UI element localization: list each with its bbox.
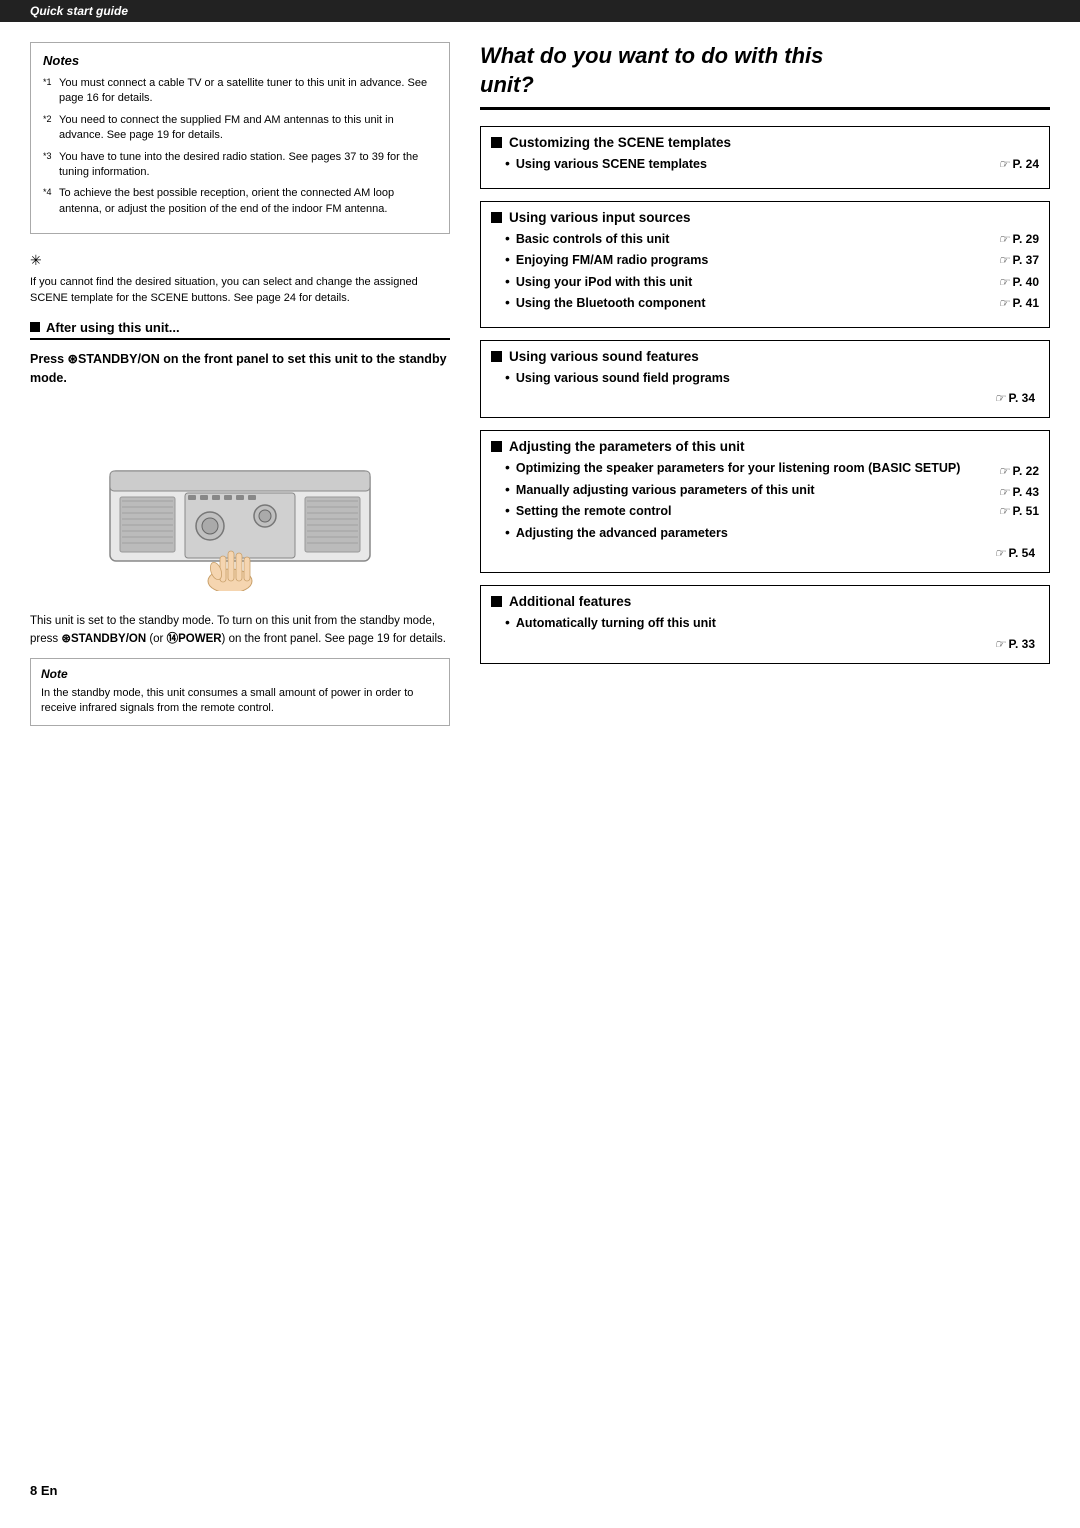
bullet-auto-off-text: Automatically turning off this unit: [516, 615, 1039, 633]
bullet-sound-field: • Using various sound field programs: [491, 370, 1039, 388]
section-scene-bullet: [491, 137, 502, 148]
section-input-header: Using various input sources: [491, 210, 1039, 225]
footer-page-number: 8 En: [30, 1483, 57, 1498]
note-sup-3: *3: [43, 150, 52, 163]
autooff-page-ref: ☞ P. 33: [994, 637, 1035, 651]
after-section: After using this unit... Press ⊛STANDBY/…: [30, 320, 450, 388]
bullet-ipod-text: Using your iPod with this unit: [516, 274, 993, 292]
bullet-remote-text: Setting the remote control: [516, 503, 993, 521]
section-sound-bullet: [491, 351, 502, 362]
basic-page-ref: ☞ P. 29: [998, 232, 1039, 246]
section-params: Adjusting the parameters of this unit • …: [480, 430, 1050, 573]
standby-instruction: Press ⊛STANDBY/ON on the front panel to …: [30, 350, 450, 388]
bullet-dot-4: •: [505, 274, 510, 288]
section-params-bullet: [491, 441, 502, 452]
sound-page-ref-block: ☞ P. 34: [491, 391, 1039, 405]
after-title: After using this unit...: [30, 320, 450, 340]
ipod-page-ref: ☞ P. 40: [998, 275, 1039, 289]
bluetooth-page-ref: ☞ P. 41: [998, 296, 1039, 310]
scene-page-ref: ☞ P. 24: [998, 157, 1039, 171]
bullet-advanced-text: Adjusting the advanced parameters: [516, 525, 1039, 543]
section-input: Using various input sources • Basic cont…: [480, 201, 1050, 328]
note-small-title: Note: [41, 667, 439, 681]
page-heading: What do you want to do with this unit?: [480, 42, 1050, 110]
bullet-basic-text: Basic controls of this unit: [516, 231, 993, 249]
note-small-text: In the standby mode, this unit consumes …: [41, 686, 439, 717]
note-item-3: *3 You have to tune into the desired rad…: [43, 150, 437, 181]
section-input-title: Using various input sources: [509, 210, 691, 225]
fmam-page-ref: ☞ P. 37: [998, 253, 1039, 267]
tip-text: If you cannot find the desired situation…: [30, 275, 450, 306]
notes-title: Notes: [43, 53, 437, 68]
note-sup-4: *4: [43, 186, 52, 199]
bullet-bluetooth-text: Using the Bluetooth component: [516, 295, 993, 313]
note-sup-1: *1: [43, 76, 52, 89]
bullet-dot-10: •: [505, 525, 510, 539]
bullet-dot-6: •: [505, 370, 510, 384]
header-bar: Quick start guide: [0, 0, 1080, 22]
autooff-page-ref-block: ☞ P. 33: [491, 637, 1039, 651]
bullet-sound-text: Using various sound field programs: [516, 370, 1039, 388]
bullet-optimize-text: Optimizing the speaker parameters for yo…: [516, 460, 993, 478]
bullet-dot-7: •: [505, 460, 510, 474]
header-label: Quick start guide: [30, 4, 128, 18]
manually-page-ref: ☞ P. 43: [998, 485, 1039, 499]
section-scene: Customizing the SCENE templates • Using …: [480, 126, 1050, 189]
bullet-dot-1: •: [505, 156, 510, 170]
section-sound: Using various sound features • Using var…: [480, 340, 1050, 419]
advanced-page-ref: ☞ P. 54: [994, 546, 1035, 560]
optimize-page-ref: ☞ P. 22: [998, 464, 1039, 478]
section-params-header: Adjusting the parameters of this unit: [491, 439, 1039, 454]
notes-box: Notes *1 You must connect a cable TV or …: [30, 42, 450, 234]
tip-symbol: ✳: [30, 252, 450, 269]
section-params-title: Adjusting the parameters of this unit: [509, 439, 745, 454]
bullet-dot-9: •: [505, 503, 510, 517]
section-sound-title: Using various sound features: [509, 349, 699, 364]
bullet-manually-text: Manually adjusting various parameters of…: [516, 482, 993, 500]
bullet-dot-11: •: [505, 615, 510, 629]
after-title-text: After using this unit...: [46, 320, 180, 335]
bullet-remote: • Setting the remote control ☞ P. 51: [491, 503, 1039, 521]
bullet-basic-controls: • Basic controls of this unit ☞ P. 29: [491, 231, 1039, 249]
left-column: Notes *1 You must connect a cable TV or …: [30, 42, 450, 740]
heading-line1: What do you want to do with this: [480, 43, 823, 68]
note-item-2: *2 You need to connect the supplied FM a…: [43, 113, 437, 144]
notes-list: *1 You must connect a cable TV or a sate…: [43, 76, 437, 217]
bullet-optimize: • Optimizing the speaker parameters for …: [491, 460, 1039, 478]
note-box-small: Note In the standby mode, this unit cons…: [30, 658, 450, 726]
section-additional-header: Additional features: [491, 594, 1039, 609]
section-scene-header: Customizing the SCENE templates: [491, 135, 1039, 150]
advanced-page-ref-block: ☞ P. 54: [491, 546, 1039, 560]
sound-page-ref: ☞ P. 34: [994, 391, 1035, 405]
section-additional: Additional features • Automatically turn…: [480, 585, 1050, 664]
bullet-advanced: • Adjusting the advanced parameters: [491, 525, 1039, 543]
after-bullet-icon: [30, 322, 40, 332]
right-column: What do you want to do with this unit? C…: [480, 42, 1050, 740]
note-sup-2: *2: [43, 113, 52, 126]
bullet-dot-2: •: [505, 231, 510, 245]
bullet-dot-8: •: [505, 482, 510, 496]
remote-page-ref: ☞ P. 51: [998, 504, 1039, 518]
bullet-manually: • Manually adjusting various parameters …: [491, 482, 1039, 500]
note-item-4: *4 To achieve the best possible receptio…: [43, 186, 437, 217]
bullet-auto-off: • Automatically turning off this unit: [491, 615, 1039, 633]
standby-desc: This unit is set to the standby mode. To…: [30, 613, 450, 648]
section-additional-title: Additional features: [509, 594, 631, 609]
heading-line2: unit?: [480, 72, 534, 97]
device-image: [70, 401, 410, 601]
section-additional-bullet: [491, 596, 502, 607]
section-sound-header: Using various sound features: [491, 349, 1039, 364]
bullet-dot-3: •: [505, 252, 510, 266]
note-item-1: *1 You must connect a cable TV or a sate…: [43, 76, 437, 107]
bullet-scene-text: Using various SCENE templates: [516, 156, 993, 174]
bullet-bluetooth: • Using the Bluetooth component ☞ P. 41: [491, 295, 1039, 313]
bullet-ipod: • Using your iPod with this unit ☞ P. 40: [491, 274, 1039, 292]
bullet-fmam: • Enjoying FM/AM radio programs ☞ P. 37: [491, 252, 1039, 270]
bullet-fmam-text: Enjoying FM/AM radio programs: [516, 252, 993, 270]
section-scene-title: Customizing the SCENE templates: [509, 135, 731, 150]
section-input-bullet: [491, 212, 502, 223]
bullet-scene-templates: • Using various SCENE templates ☞ P. 24: [491, 156, 1039, 174]
bullet-dot-5: •: [505, 295, 510, 309]
device-illustration: [80, 411, 400, 591]
